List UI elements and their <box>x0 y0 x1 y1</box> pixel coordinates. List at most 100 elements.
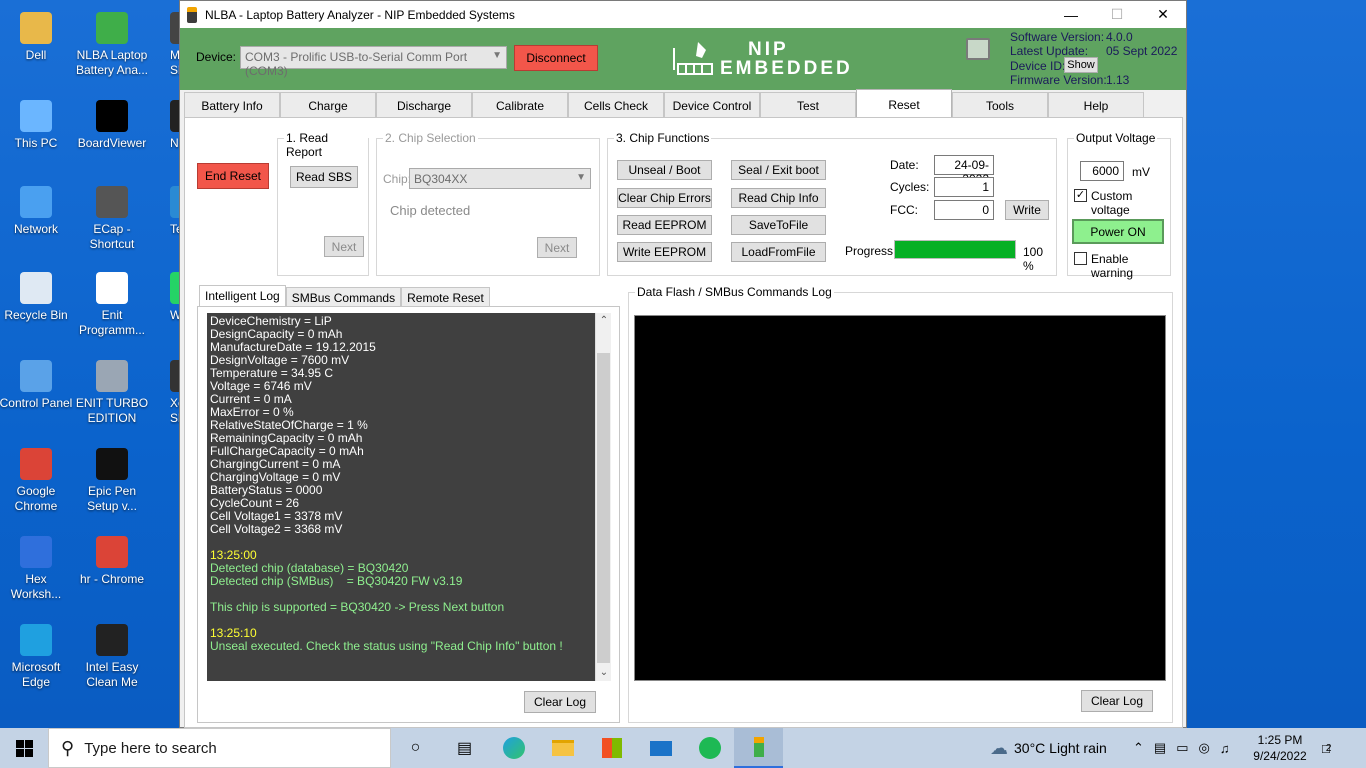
weather-widget[interactable]: ☁ 30°C Light rain <box>990 728 1107 768</box>
clock[interactable]: 1:25 PM 9/24/2022 <box>1250 728 1310 768</box>
desktop-icon-label: Hex Worksh... <box>10 572 62 601</box>
write-eeprom-button[interactable]: Write EEPROM <box>617 242 712 262</box>
desktop-icon[interactable]: Microsoft Edge <box>0 624 73 690</box>
progress-percent: 100 % <box>1023 245 1044 273</box>
tab-help[interactable]: Help <box>1048 92 1144 118</box>
custom-voltage-checkbox[interactable]: ✓ <box>1074 189 1087 202</box>
volume-icon[interactable]: ♫ <box>1220 741 1240 756</box>
desktop-icon[interactable]: Dell <box>0 12 73 63</box>
device-select[interactable]: COM3 - Prolific USB-to-Serial Comm Port … <box>240 46 507 78</box>
desktop-icon[interactable]: Network <box>0 186 73 237</box>
tab-calibrate[interactable]: Calibrate <box>472 92 568 118</box>
chevron-down-icon: ▼ <box>492 50 502 61</box>
tab-discharge[interactable]: Discharge <box>376 92 472 118</box>
usb-plug-icon <box>673 42 713 75</box>
tab-battery-info[interactable]: Battery Info <box>184 92 280 118</box>
nlba-taskbar-icon[interactable] <box>734 728 783 768</box>
tab-cells-check[interactable]: Cells Check <box>568 92 664 118</box>
clear-chip-errors-button[interactable]: Clear Chip Errors <box>617 188 712 208</box>
tab-charge[interactable]: Charge <box>280 92 376 118</box>
store-icon[interactable] <box>587 728 636 768</box>
fcc-field[interactable]: 0 <box>934 200 994 220</box>
camera-icon <box>96 186 128 218</box>
enable-warning-checkbox[interactable] <box>1074 252 1087 265</box>
desktop-icon[interactable]: ENIT TURBO EDITION <box>75 360 149 426</box>
taskbar-search[interactable]: ⚲ Type here to search <box>48 728 391 768</box>
desktop-icon[interactable]: This PC <box>0 100 73 151</box>
notification-count: 2 <box>1325 742 1332 754</box>
minimize-button[interactable]: — <box>1048 1 1094 28</box>
date-field[interactable]: 24-09-2022 <box>934 155 994 186</box>
system-tray-icons[interactable]: ⌃ ▤ ▭ ◎ ♫ <box>1133 728 1240 768</box>
spotify-icon[interactable] <box>685 728 734 768</box>
tab-device-control[interactable]: Device Control <box>664 92 760 118</box>
data-flash-log-text[interactable] <box>634 315 1166 681</box>
title-bar[interactable]: NLBA - Laptop Battery Analyzer - NIP Emb… <box>180 1 1186 28</box>
voltage-field[interactable]: 6000 <box>1080 161 1124 181</box>
clear-log-button-left[interactable]: Clear Log <box>524 691 596 713</box>
desktop-icon[interactable]: Hex Worksh... <box>0 536 73 602</box>
wifi-icon[interactable]: ◎ <box>1199 740 1220 756</box>
read-chip-info-button[interactable]: Read Chip Info <box>731 188 826 208</box>
desktop-icon[interactable]: Control Panel <box>0 360 73 411</box>
desktop-icon[interactable]: Intel Easy Clean Me <box>75 624 149 690</box>
battery-tray-icon[interactable]: ▭ <box>1176 740 1198 756</box>
next-button-2[interactable]: Next <box>537 237 577 258</box>
scroll-down-icon[interactable]: ⌄ <box>596 665 612 681</box>
clock-date: 9/24/2022 <box>1253 749 1307 763</box>
tab-tools[interactable]: Tools <box>952 92 1048 118</box>
mail-icon[interactable] <box>636 728 685 768</box>
software-version-value: 4.0.0 <box>1106 30 1133 44</box>
search-placeholder: Type here to search <box>84 739 217 757</box>
desktop-icon[interactable]: hr - Chrome <box>75 536 149 587</box>
chevron-up-icon[interactable]: ⌃ <box>1133 740 1154 756</box>
save-to-file-button[interactable]: SaveToFile <box>731 215 826 235</box>
disconnect-button[interactable]: Disconnect <box>514 45 598 71</box>
show-device-id-button[interactable]: Show <box>1064 57 1098 73</box>
tab-test[interactable]: Test <box>760 92 856 118</box>
log-scrollbar[interactable]: ⌃ ⌄ <box>595 313 611 681</box>
desktop-icon[interactable]: NLBA Laptop Battery Ana... <box>75 12 149 78</box>
app-window: NLBA - Laptop Battery Analyzer - NIP Emb… <box>179 0 1187 728</box>
scroll-up-icon[interactable]: ⌃ <box>596 313 612 329</box>
desktop-icon[interactable]: Enit Programm... <box>75 272 149 338</box>
edge-taskbar-icon[interactable] <box>489 728 538 768</box>
seal-exit-boot-button[interactable]: Seal / Exit boot <box>731 160 826 180</box>
end-reset-button[interactable]: End Reset <box>197 163 269 189</box>
maximize-button[interactable]: ☐ <box>1094 1 1140 28</box>
tab-remote-reset[interactable]: Remote Reset <box>401 287 490 306</box>
notification-center[interactable]: □ 2 <box>1322 728 1331 768</box>
edge-icon <box>20 624 52 656</box>
cortana-icon[interactable]: ○ <box>391 728 440 768</box>
desktop-icon[interactable]: Google Chrome <box>0 448 73 514</box>
start-button[interactable] <box>0 728 48 768</box>
chip-select[interactable]: BQ304XX ▼ <box>409 168 591 189</box>
scroll-thumb[interactable] <box>597 353 610 663</box>
tab-smbus-commands[interactable]: SMBus Commands <box>285 287 402 306</box>
write-button[interactable]: Write <box>1005 200 1049 220</box>
logo-text-embedded: EMBEDDED <box>720 58 853 79</box>
desktop-icon[interactable]: Recycle Bin <box>0 272 73 323</box>
load-from-file-button[interactable]: LoadFromFile <box>731 242 826 262</box>
desktop-icon[interactable]: ECap - Shortcut <box>75 186 149 252</box>
desktop-icon-label: Dell <box>25 48 47 62</box>
camera-tray-icon[interactable]: ▤ <box>1154 740 1176 756</box>
read-sbs-button[interactable]: Read SBS <box>290 166 358 188</box>
power-on-button[interactable]: Power ON <box>1072 219 1164 244</box>
read-eeprom-button[interactable]: Read EEPROM <box>617 215 712 235</box>
clear-log-button-right[interactable]: Clear Log <box>1081 690 1153 712</box>
unseal-boot-button[interactable]: Unseal / Boot <box>617 160 712 180</box>
desktop-icon[interactable]: BoardViewer <box>75 100 149 151</box>
tab-reset[interactable]: Reset <box>856 89 952 119</box>
next-button-1[interactable]: Next <box>324 236 364 257</box>
close-button[interactable]: ✕ <box>1140 1 1186 28</box>
device-label: Device: <box>196 50 237 64</box>
tab-intelligent-log[interactable]: Intelligent Log <box>199 285 286 306</box>
desktop-icon-label: BoardViewer <box>77 136 147 150</box>
task-view-icon[interactable]: ▤ <box>440 728 489 768</box>
intelligent-log-text[interactable]: DeviceChemistry = LiP DesignCapacity = 0 … <box>207 313 595 681</box>
screenshot-icon[interactable] <box>966 38 990 60</box>
cycles-field[interactable]: 1 <box>934 177 994 197</box>
file-explorer-icon[interactable] <box>538 728 587 768</box>
desktop-icon[interactable]: Epic Pen Setup v... <box>75 448 149 514</box>
